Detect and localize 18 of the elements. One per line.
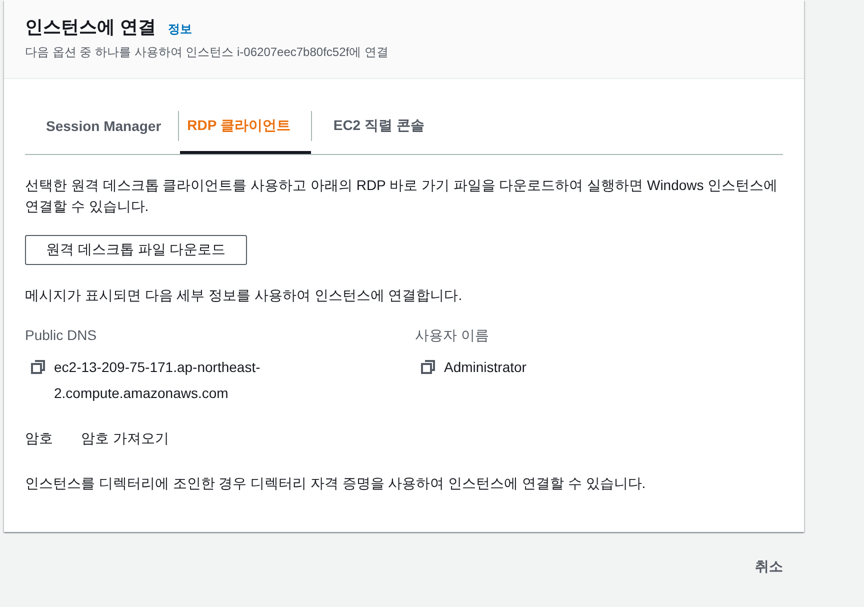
tab[interactable]: EC2 직렬 콘솔 — [312, 107, 442, 154]
directory-note: 인스턴스를 디렉터리에 조인한 경우 디렉터리 자격 증명을 사용하여 인스턴스에 연결할 수 있습니다. — [25, 474, 647, 493]
modal-description: 다음 옵션 중 하나를 사용하여 인스턴스 i-06207eec7b80fc52f에 연결 — [25, 44, 390, 60]
copy-icon[interactable] — [31, 360, 45, 374]
detail-label: 사용자 이름 — [415, 326, 490, 345]
cancel-button[interactable]: 취소 — [755, 556, 783, 578]
intro-text: 선택한 원격 데스크톱 클라이언트를 사용하고 아래의 RDP 바로 가기 파일을 다운로드하여 실행하면 Windows 인스턴스에 연결할 수 있습니다. — [25, 176, 779, 216]
modal-title: 인스턴스에 연결 — [25, 16, 156, 39]
info-link[interactable]: 정보 — [168, 20, 192, 36]
prompt-note: 메시지가 표시되면 다음 세부 정보를 사용하여 인스턴스에 연결합니다. — [25, 286, 464, 305]
get-password-button[interactable]: 암호 가져오기 — [81, 430, 169, 448]
password-label: 암호 — [25, 430, 53, 448]
detail-label: Public DNS — [25, 326, 98, 345]
copy-icon[interactable] — [421, 360, 435, 374]
detail-value: ec2-13-209-75-171.ap-northeast-2.compute.amazonaws.com — [54, 358, 262, 403]
detail-value: Administrator — [444, 358, 526, 377]
tab[interactable]: Session Manager — [25, 107, 178, 154]
download-button[interactable]: 원격 데스크톱 파일 다운로드 — [25, 235, 247, 265]
